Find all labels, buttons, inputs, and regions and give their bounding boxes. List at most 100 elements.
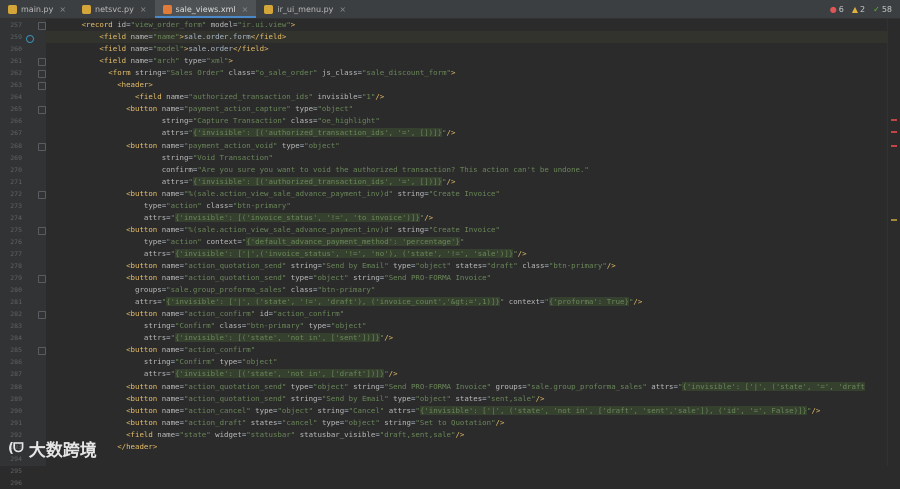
code-line[interactable]: confirm="Are you sure you want to void t…: [46, 164, 589, 176]
line-number: 287: [10, 370, 22, 379]
line-number: 259: [10, 33, 22, 42]
errors-count: 6: [838, 4, 844, 14]
fold-marker-icon[interactable]: [38, 347, 46, 356]
line-number: 280: [10, 286, 22, 295]
close-icon[interactable]: ×: [59, 5, 66, 14]
line-number: 270: [10, 165, 22, 174]
code-line[interactable]: type="action" class="btn-primary": [46, 200, 291, 212]
code-line[interactable]: string="Confirm" class="btn-primary" typ…: [46, 320, 367, 332]
errors-indicator[interactable]: ● 6: [830, 5, 844, 14]
line-number: 260: [10, 45, 22, 54]
code-line[interactable]: <button name="action_quotation_send" str…: [46, 393, 544, 405]
tab-0[interactable]: main.py ×: [0, 0, 74, 18]
tab-1[interactable]: netsvc.py ×: [74, 0, 155, 18]
warning-icon: ▲: [851, 4, 859, 14]
code-line[interactable]: <button name="%(sale.action_view_sale_ad…: [46, 188, 500, 200]
error-marker[interactable]: [891, 145, 897, 147]
line-number: 286: [10, 358, 22, 367]
tab-2[interactable]: sale_views.xml ×: [154, 0, 257, 18]
watermark-logo: (ᗜ: [8, 441, 24, 456]
warnings-indicator[interactable]: ▲ 2: [852, 5, 865, 14]
code-line[interactable]: <button name="payment_action_capture" ty…: [46, 103, 353, 115]
fold-marker-icon[interactable]: [38, 22, 46, 30]
code-line[interactable]: <header>: [46, 79, 153, 91]
code-line[interactable]: <button name="action_confirm" id="action…: [46, 308, 344, 320]
code-line[interactable]: string="Void Transaction": [46, 152, 273, 164]
fold-marker-icon[interactable]: [38, 275, 46, 284]
code-line[interactable]: <button name="action_quotation_send" typ…: [46, 381, 865, 393]
fold-marker-icon[interactable]: [38, 106, 46, 115]
line-number: 265: [10, 105, 22, 114]
fold-marker-icon[interactable]: [38, 190, 46, 199]
line-number: 273: [10, 201, 22, 210]
close-icon[interactable]: ×: [339, 5, 346, 14]
editor-tab-bar: main.py × netsvc.py × sale_views.xml × ir_ui_m…: [0, 0, 900, 19]
code-line[interactable]: string="Capture Transaction" class="oe_h…: [46, 115, 380, 127]
line-number: 283: [10, 322, 22, 331]
ok-count: 58: [881, 4, 892, 14]
code-line[interactable]: <field name="arch" type="xml">: [46, 55, 233, 67]
close-icon[interactable]: ×: [140, 5, 147, 14]
code-line[interactable]: <button name="action_confirm": [46, 344, 255, 356]
line-number: 296: [10, 478, 22, 487]
code-line[interactable]: attrs="{'invisible': [('authorized_trans…: [46, 176, 455, 188]
bookmark-icon[interactable]: [26, 35, 34, 43]
tab-3[interactable]: ir_ui_menu.py ×: [256, 0, 354, 18]
code-line[interactable]: <button name="action_quotation_send" str…: [46, 260, 616, 272]
code-line[interactable]: attrs="{'invisible': ['|',('invoice_stat…: [46, 248, 527, 260]
line-number: 261: [10, 57, 22, 66]
line-number: 277: [10, 249, 22, 258]
code-line[interactable]: string="Confirm" type="object": [46, 356, 278, 368]
code-line[interactable]: <button name="action_quotation_send" typ…: [46, 272, 491, 284]
code-line[interactable]: <button name="action_cancel" type="objec…: [46, 405, 820, 417]
line-number-gutter: 257 259 260 261 262 263 264 265 266 267 268 269 270 2…: [0, 19, 46, 487]
code-line[interactable]: <field name="name">sale.order.form</fiel…: [46, 31, 286, 43]
line-number: 290: [10, 406, 22, 415]
line-number: 279: [10, 274, 22, 283]
ok-indicator[interactable]: ✓ 58: [873, 5, 892, 14]
code-line[interactable]: groups="sale.group_proforma_sales" class…: [46, 284, 375, 296]
fold-marker-icon[interactable]: [38, 142, 46, 151]
code-line[interactable]: <button name="action_draft" states="canc…: [46, 417, 504, 429]
warning-marker[interactable]: [891, 219, 897, 221]
line-number: 257: [10, 21, 22, 29]
fold-marker-icon[interactable]: [38, 82, 46, 91]
code-line[interactable]: attrs="{'invisible': [('invoice_status',…: [46, 212, 433, 224]
line-number: 266: [10, 117, 22, 126]
code-line[interactable]: attrs="{'invisible': [('state', 'not in'…: [46, 368, 398, 380]
code-line[interactable]: attrs="{'invisible': [('state', 'not in'…: [46, 332, 393, 344]
fold-marker-icon[interactable]: [38, 70, 46, 79]
line-number: 269: [10, 153, 22, 162]
code-line[interactable]: <record id="view_order_form" model="ir.u…: [46, 19, 296, 31]
code-line[interactable]: attrs="{'invisible': ['|', ('state', '!=…: [46, 296, 642, 308]
error-marker[interactable]: [891, 119, 897, 121]
line-number: 268: [10, 141, 22, 150]
code-line[interactable]: type="action" context="{'default_advance…: [46, 236, 464, 248]
line-number: 282: [10, 310, 22, 319]
code-line[interactable]: <form string="Sales Order" class="o_sale…: [46, 67, 455, 79]
code-line[interactable]: <field name="authorized_transaction_ids"…: [46, 91, 384, 103]
line-number: 278: [10, 262, 22, 270]
tab-label: main.py: [21, 4, 54, 14]
watermark: (ᗜ 大数跨境: [8, 436, 97, 461]
code-line[interactable]: <field name="state" widget="statusbar" s…: [46, 429, 464, 441]
python-file-icon: [8, 4, 17, 14]
fold-marker-icon[interactable]: [38, 311, 46, 320]
fold-marker-icon[interactable]: [38, 58, 46, 67]
close-icon[interactable]: ×: [242, 5, 249, 14]
line-number: 281: [10, 298, 22, 307]
code-line[interactable]: <field name="model">sale.order</field>: [46, 43, 268, 55]
line-number: 295: [10, 466, 22, 475]
error-icon: ●: [829, 4, 837, 14]
line-number: 276: [10, 237, 22, 246]
fold-marker-icon[interactable]: [38, 226, 46, 235]
code-editor[interactable]: <record id="view_order_form" model="ir.u…: [46, 19, 888, 466]
line-number: 262: [10, 69, 22, 78]
error-marker[interactable]: [891, 131, 897, 133]
editor-scrollbar[interactable]: [887, 19, 900, 466]
code-line[interactable]: <button name="payment_action_void" type=…: [46, 140, 340, 152]
inspection-widget[interactable]: ● 6 ▲ 2 ✓ 58: [830, 0, 892, 18]
code-line[interactable]: <button name="%(sale.action_view_sale_ad…: [46, 224, 500, 236]
line-number: 284: [10, 334, 22, 343]
code-line[interactable]: attrs="{'invisible': [('authorized_trans…: [46, 127, 455, 139]
